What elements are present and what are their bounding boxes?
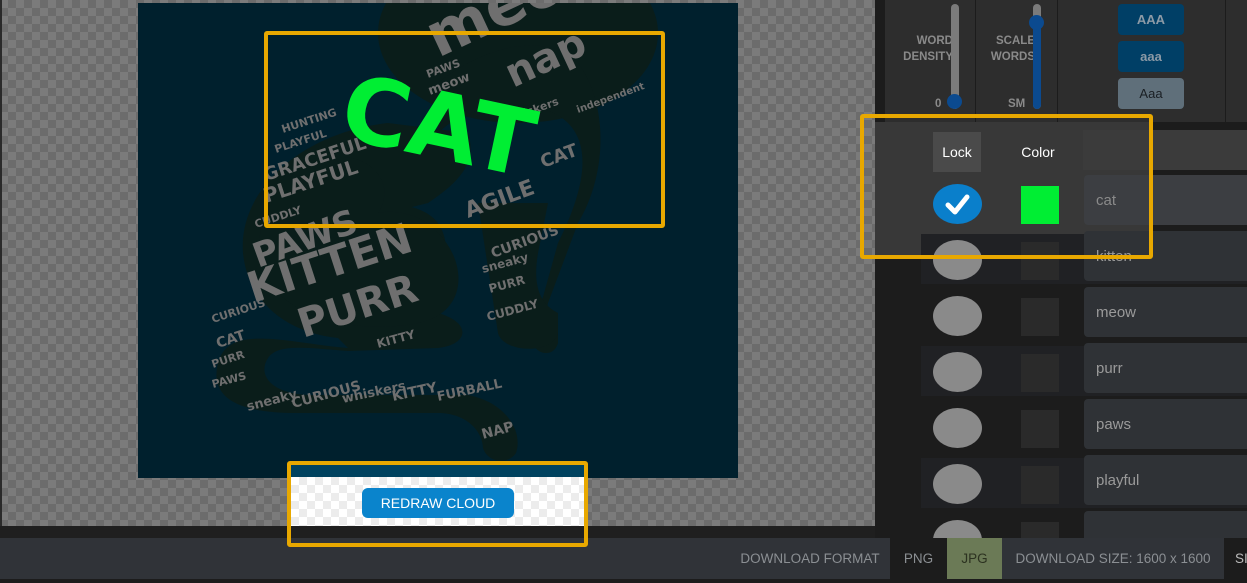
format-jpg-button[interactable]: JPG	[947, 538, 1002, 579]
download-format-label: DOWNLOAD FORMAT	[740, 551, 880, 566]
cloud-word: CAT	[538, 140, 582, 173]
cloud-word: CURIOUS	[210, 296, 267, 326]
lock-column-header: Lock	[933, 132, 981, 172]
divider	[1057, 0, 1058, 122]
word-row	[921, 455, 1247, 508]
settings-panel: WORD DENSITY 0 SCALE WORDS SM AAA aaa Aa…	[875, 0, 1247, 538]
case-lower-button[interactable]: aaa	[1118, 41, 1184, 72]
word-column-header	[1083, 130, 1247, 170]
word-input[interactable]	[1084, 511, 1247, 538]
color-swatch[interactable]	[1021, 186, 1059, 224]
workspace-edge	[0, 0, 2, 526]
word-density-label-line2: DENSITY	[903, 51, 953, 63]
lock-toggle[interactable]	[933, 296, 982, 336]
lock-toggle[interactable]	[933, 240, 982, 280]
word-input[interactable]	[1084, 231, 1247, 281]
scale-words-label-line2: WORDS	[990, 51, 1035, 63]
divider	[975, 0, 976, 122]
word-input[interactable]	[1084, 455, 1247, 505]
case-title-button[interactable]: Aaa	[1118, 78, 1184, 109]
lock-toggle[interactable]	[933, 184, 982, 224]
word-density-label: WORD DENSITY	[891, 33, 953, 65]
scale-words-min-label: SM	[1008, 98, 1026, 110]
color-swatch[interactable]	[1021, 522, 1059, 538]
divider	[1225, 0, 1226, 122]
top-controls: WORD DENSITY 0 SCALE WORDS SM AAA aaa Aa…	[885, 0, 1247, 122]
color-swatch[interactable]	[1021, 466, 1059, 504]
word-row	[921, 231, 1247, 284]
workspace-bottom-strip	[0, 526, 875, 538]
word-density-slider-thumb[interactable]	[947, 94, 962, 109]
word-density-min-label: 0	[935, 98, 942, 110]
word-cloud-canvas[interactable]: meow nap PAWS KITTEN PURR PLAYFUL GRACEF…	[138, 3, 738, 478]
word-input[interactable]	[1084, 343, 1247, 393]
color-swatch[interactable]	[1021, 354, 1059, 392]
scale-words-label-line1: SCALE	[996, 35, 1035, 47]
format-png-button[interactable]: PNG	[890, 538, 947, 579]
word-row	[921, 511, 1247, 538]
truncated-button[interactable]: SI	[1235, 538, 1247, 579]
download-size-button[interactable]: DOWNLOAD SIZE: 1600 x 1600	[1002, 538, 1224, 579]
word-cloud-image: meow nap PAWS KITTEN PURR PLAYFUL GRACEF…	[210, 3, 658, 461]
download-bar: DOWNLOAD FORMAT PNG JPG DOWNLOAD SIZE: 1…	[0, 538, 1247, 583]
word-row	[921, 399, 1247, 452]
scale-words-slider-fill	[1033, 22, 1041, 109]
word-row	[921, 343, 1247, 396]
lock-toggle[interactable]	[933, 520, 982, 538]
color-swatch[interactable]	[1021, 410, 1059, 448]
word-input[interactable]	[1084, 287, 1247, 337]
color-column-header: Color	[1021, 144, 1055, 160]
case-upper-button[interactable]: AAA	[1118, 4, 1184, 35]
color-swatch[interactable]	[1021, 242, 1059, 280]
word-input[interactable]	[1084, 399, 1247, 449]
lock-toggle[interactable]	[933, 464, 982, 504]
word-row	[921, 175, 1247, 228]
word-input[interactable]	[1084, 175, 1247, 225]
lock-toggle[interactable]	[933, 408, 982, 448]
word-row	[921, 287, 1247, 340]
checkmark-icon	[945, 194, 970, 215]
scale-words-label: SCALE WORDS	[977, 33, 1035, 65]
color-swatch[interactable]	[1021, 298, 1059, 336]
lock-toggle[interactable]	[933, 352, 982, 392]
word-density-label-line1: WORD	[916, 35, 953, 47]
scale-words-slider-thumb[interactable]	[1029, 14, 1044, 30]
redraw-cloud-button[interactable]: REDRAW CLOUD	[362, 488, 514, 518]
